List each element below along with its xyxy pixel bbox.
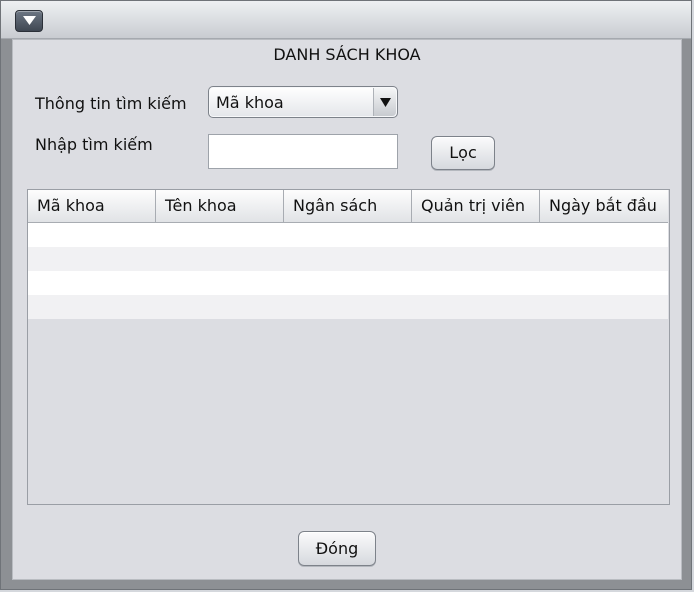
close-button[interactable]: Đóng — [298, 531, 376, 566]
department-list-window: DANH SÁCH KHOA Thông tin tìm kiếm Mã kho… — [0, 0, 692, 590]
table-row[interactable] — [28, 247, 668, 271]
title-bar — [1, 1, 691, 39]
column-header-administrator[interactable]: Quản trị viên — [412, 190, 540, 222]
dialog-content: DANH SÁCH KHOA Thông tin tìm kiếm Mã kho… — [12, 39, 682, 580]
search-input-label: Nhập tìm kiếm — [35, 135, 153, 154]
search-criteria-dropdown[interactable]: Mã khoa — [208, 86, 398, 118]
dropdown-selected-value: Mã khoa — [216, 93, 284, 112]
department-table: Mã khoa Tên khoa Ngân sách Quản trị viên… — [27, 189, 670, 505]
search-input[interactable] — [208, 134, 398, 169]
table-row[interactable] — [28, 223, 668, 247]
column-header-department-name[interactable]: Tên khoa — [156, 190, 284, 222]
table-header: Mã khoa Tên khoa Ngân sách Quản trị viên… — [28, 190, 668, 223]
triangle-down-icon — [23, 16, 36, 25]
column-header-start-date[interactable]: Ngày bắt đầu — [540, 190, 668, 222]
dropdown-arrow-button[interactable] — [373, 88, 396, 116]
column-header-budget[interactable]: Ngân sách — [284, 190, 412, 222]
filter-button[interactable]: Lọc — [431, 136, 495, 170]
search-criteria-label: Thông tin tìm kiếm — [35, 94, 187, 113]
dialog-title: DANH SÁCH KHOA — [273, 45, 421, 64]
window-menu-button[interactable] — [15, 10, 43, 32]
table-row[interactable] — [28, 295, 668, 319]
chevron-down-icon — [380, 98, 391, 107]
column-header-department-id[interactable]: Mã khoa — [28, 190, 156, 222]
table-row[interactable] — [28, 271, 668, 295]
